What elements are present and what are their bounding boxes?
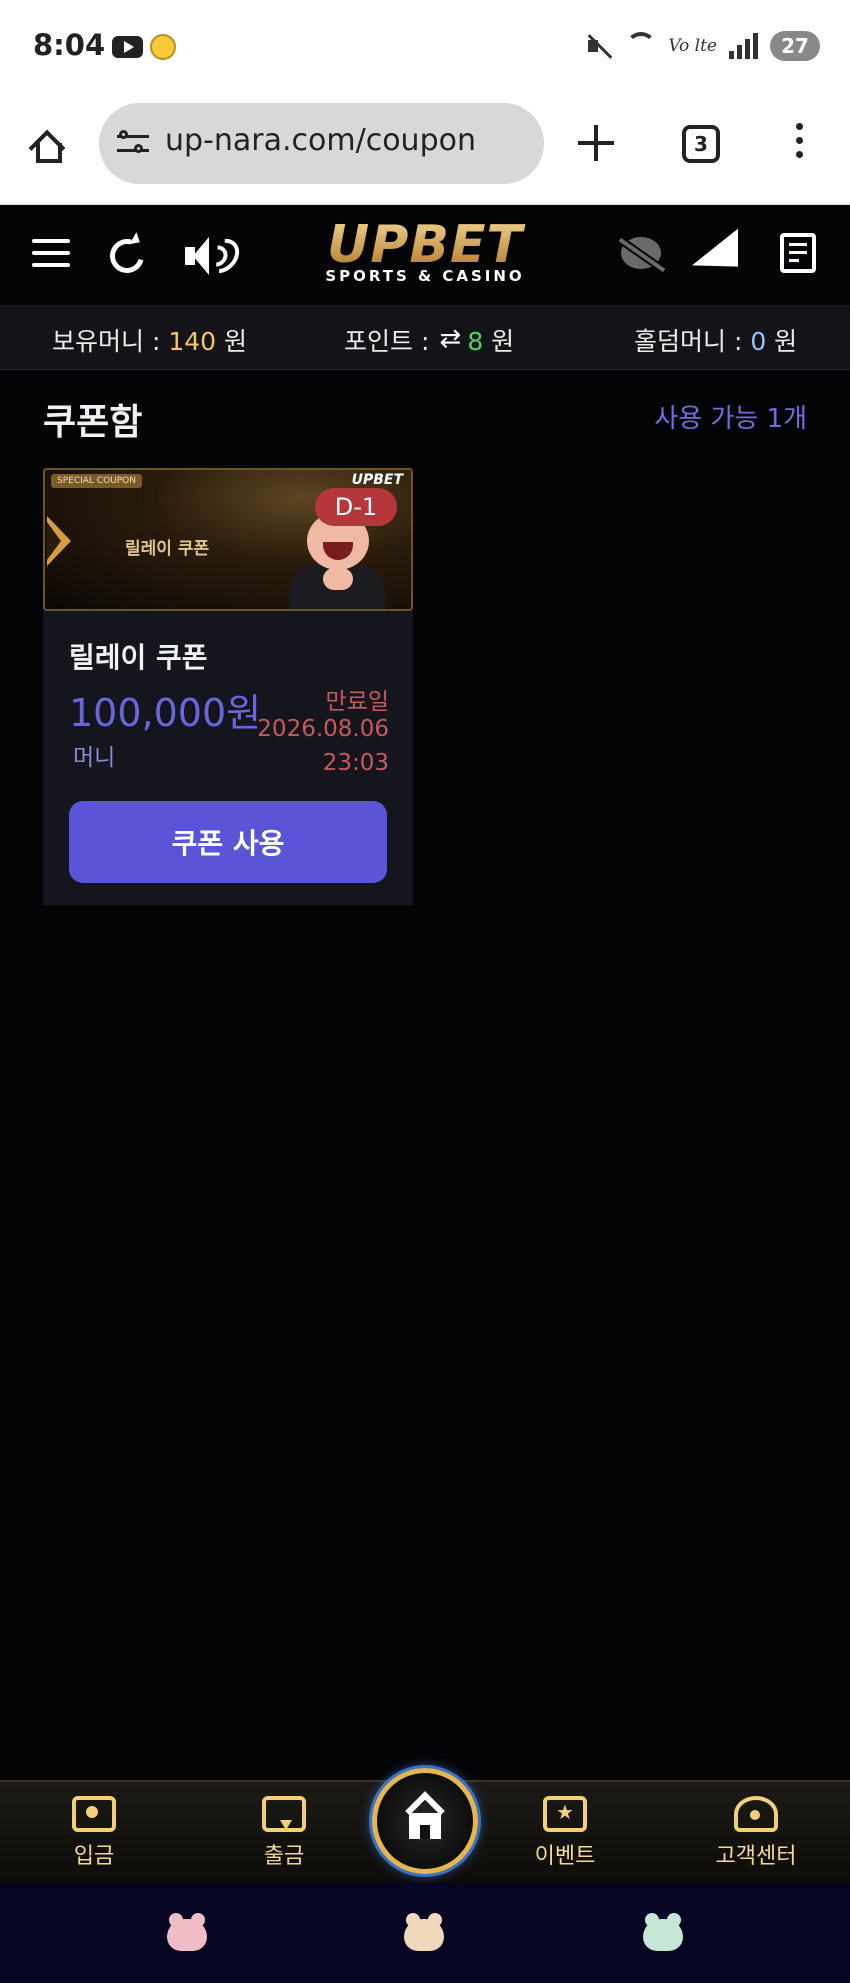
- nav-home-button[interactable]: [372, 1768, 478, 1874]
- status-time: 8:04: [33, 28, 106, 62]
- chevron-right-icon: [47, 516, 77, 566]
- expire-date: 2026.08.06: [257, 716, 389, 742]
- url-text[interactable]: up-nara.com/coupon: [165, 123, 476, 158]
- emoji-icon: [150, 34, 176, 60]
- expire-label: 만료일: [325, 689, 389, 715]
- deposit-icon: [72, 1796, 116, 1832]
- mute-icon: [586, 32, 614, 60]
- browser-home-button[interactable]: [28, 123, 72, 167]
- withdraw-icon: [262, 1796, 306, 1832]
- menu-icon[interactable]: [32, 239, 70, 269]
- expire-time: 23:03: [322, 750, 389, 776]
- nav-withdraw-label: 출금: [263, 1844, 305, 1869]
- tab-switcher-button[interactable]: 3: [682, 125, 720, 163]
- holdem-value: 0: [750, 327, 767, 356]
- nav-support-label: 고객센터: [715, 1844, 797, 1869]
- status-bar: 8:04 Vo lte 27: [0, 0, 850, 95]
- point-convert-icon[interactable]: [439, 324, 465, 354]
- site-header: UPBET SPORTS & CASINO: [0, 205, 850, 305]
- volte-label: Vo lte: [668, 36, 717, 56]
- point-balance: 포인트 : 8 원: [344, 322, 514, 358]
- notes-icon[interactable]: [780, 233, 816, 273]
- home-button-icon[interactable]: [404, 1913, 444, 1951]
- browser-menu-button[interactable]: [796, 123, 804, 163]
- coupon-type: 머니: [73, 745, 116, 771]
- point-label: 포인트 :: [344, 327, 438, 356]
- coupon-amount: 100,000원: [69, 691, 262, 735]
- nav-deposit[interactable]: 입금: [24, 1796, 164, 1870]
- recents-button-icon[interactable]: [643, 1913, 683, 1951]
- refresh-icon[interactable]: [103, 232, 151, 280]
- money-value: 140: [168, 327, 217, 356]
- holdem-balance: 홀덤머니 : 0 원: [634, 322, 797, 358]
- signal-icon: [729, 33, 758, 59]
- battery-indicator: 27: [770, 31, 820, 61]
- point-unit: 원: [483, 327, 515, 356]
- point-value: 8: [467, 327, 484, 356]
- logo-text: UPBET: [310, 219, 540, 271]
- support-icon: [734, 1796, 778, 1832]
- coupon-card: SPECIAL COUPON 릴레이 쿠폰 UPBET D-1 릴레이 쿠폰 1…: [43, 468, 413, 905]
- money-label: 보유머니 :: [52, 327, 169, 356]
- wifi-icon: [626, 32, 657, 60]
- money-unit: 원: [216, 327, 247, 356]
- money-balance: 보유머니 : 140 원: [52, 322, 247, 358]
- dday-badge: D-1: [315, 488, 397, 526]
- youtube-icon: [112, 36, 143, 58]
- holdem-unit: 원: [766, 327, 798, 356]
- banner-logo: UPBET: [351, 472, 403, 488]
- nav-support[interactable]: 고객센터: [686, 1796, 826, 1870]
- home-icon: [401, 1791, 449, 1841]
- coupon-name: 릴레이 쿠폰: [69, 641, 208, 674]
- coupon-banner: SPECIAL COUPON 릴레이 쿠폰 UPBET D-1: [43, 468, 413, 611]
- holdem-label: 홀덤머니 :: [634, 327, 751, 356]
- available-count: 사용 가능 1개: [654, 404, 807, 434]
- home-icon: [36, 143, 62, 163]
- system-nav-bar: [0, 1883, 850, 1983]
- new-tab-button[interactable]: [578, 125, 614, 161]
- use-coupon-button[interactable]: 쿠폰 사용: [69, 801, 387, 883]
- banner-tag: SPECIAL COUPON: [51, 474, 142, 488]
- balance-bar: 보유머니 : 140 원 포인트 : 8 원 홀덤머니 : 0 원: [0, 305, 850, 370]
- page-title: 쿠폰함: [43, 402, 143, 443]
- nav-event-label: 이벤트: [534, 1844, 596, 1869]
- event-icon: [543, 1796, 587, 1832]
- banner-title: 릴레이 쿠폰: [125, 539, 210, 559]
- nav-withdraw[interactable]: 출금: [214, 1796, 354, 1870]
- browser-toolbar: up-nara.com/coupon 3: [0, 95, 850, 205]
- mascot-image: [283, 512, 391, 609]
- site-logo[interactable]: UPBET SPORTS & CASINO: [310, 219, 540, 285]
- telegram-icon[interactable]: [692, 237, 738, 275]
- status-icons: Vo lte 27: [586, 28, 820, 64]
- site-settings-icon[interactable]: [117, 129, 149, 157]
- logo-subtitle: SPORTS & CASINO: [325, 267, 525, 285]
- nav-deposit-label: 입금: [73, 1844, 115, 1869]
- address-bar[interactable]: up-nara.com/coupon: [99, 103, 544, 184]
- chat-off-icon[interactable]: [617, 235, 666, 275]
- sound-icon[interactable]: [185, 231, 247, 281]
- nav-event[interactable]: 이벤트: [495, 1796, 635, 1870]
- back-button-icon[interactable]: [167, 1913, 207, 1951]
